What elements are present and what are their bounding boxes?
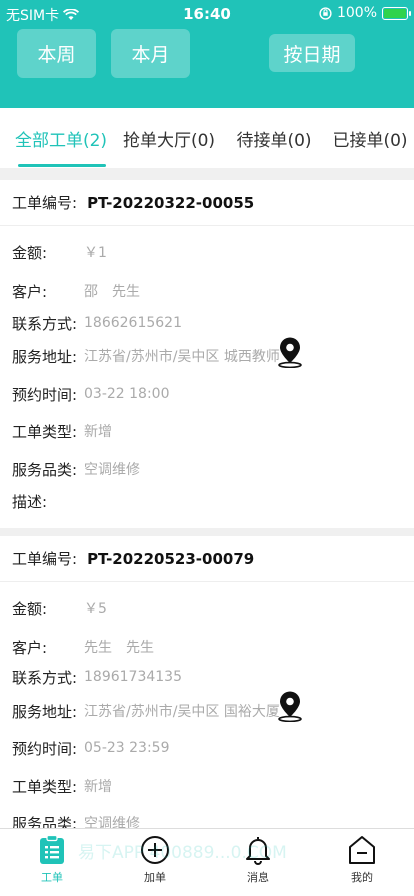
appointment-row: 预约时间: 05-23 23:59: [12, 736, 169, 760]
nav-messages-label: 消息: [247, 871, 269, 884]
amount-row: 金额: ￥1: [12, 240, 107, 264]
amount-label: 金额:: [12, 599, 48, 618]
battery-icon: [382, 6, 411, 20]
category-row: 服务品类: 空调维修: [12, 457, 140, 481]
contact-label: 联系方式:: [12, 314, 78, 333]
clipboard-icon: [40, 835, 64, 864]
battery-percent: 100%: [336, 5, 377, 21]
amount-value: ￥5: [84, 601, 107, 617]
orientation-lock-icon: [319, 6, 332, 20]
contact-value[interactable]: 18662615621: [84, 315, 182, 331]
order-header: 工单编号: PT-20220322-00055: [0, 180, 414, 226]
customer-row: 客户: 先生 先生: [12, 635, 154, 659]
header: 无SIM卡 16:40 100% 本周 本月 按日期: [0, 0, 414, 108]
address-row: 服务地址: 江苏省/苏州市/吴中区 城西教师: [12, 344, 280, 368]
category-row: 服务品类: 空调维修: [12, 811, 140, 829]
order-card[interactable]: 工单编号: PT-20220523-00079 金额: ￥5 客户: 先生 先生…: [0, 536, 414, 828]
plus-circle-icon: [141, 836, 169, 864]
contact-row: 联系方式: 18662615621: [12, 311, 182, 335]
order-card[interactable]: 工单编号: PT-20220322-00055 金额: ￥1 客户: 邵 先生 …: [0, 180, 414, 528]
location-pin-icon[interactable]: [277, 690, 303, 722]
appointment-row: 预约时间: 03-22 18:00: [12, 382, 169, 406]
status-bar: 无SIM卡 16:40 100%: [0, 0, 414, 28]
order-header: 工单编号: PT-20220523-00079: [0, 536, 414, 582]
category-value: 空调维修: [84, 462, 140, 478]
appointment-label: 预约时间:: [12, 385, 78, 404]
address-label: 服务地址:: [12, 347, 78, 366]
order-no: PT-20220523-00079: [87, 549, 255, 568]
address-label: 服务地址:: [12, 702, 78, 721]
house-icon: [349, 836, 375, 864]
amount-label: 金额:: [12, 243, 48, 262]
customer-value: 邵 先生: [84, 284, 140, 300]
contact-value[interactable]: 18961734135: [84, 669, 182, 685]
category-label: 服务品类:: [12, 814, 78, 829]
order-type-row: 工单类型: 新增: [12, 419, 112, 443]
address-value: 江苏省/苏州市/吴中区 国裕大厦: [84, 704, 280, 720]
nav-mine[interactable]: 我的: [332, 835, 392, 893]
nav-orders-label: 工单: [41, 871, 63, 884]
tab-pending[interactable]: 待接单(0): [226, 108, 322, 168]
nav-orders[interactable]: 工单: [22, 835, 82, 893]
tab-all-orders[interactable]: 全部工单(2): [6, 108, 116, 168]
customer-label: 客户:: [12, 282, 48, 301]
tab-accepted[interactable]: 已接单(0): [326, 108, 414, 168]
tab-grab-hall[interactable]: 抢单大厅(0): [116, 108, 222, 168]
bell-icon: [246, 837, 270, 865]
customer-row: 客户: 邵 先生: [12, 279, 140, 303]
order-type-label: 工单类型:: [12, 422, 78, 441]
order-tabs: 全部工单(2) 抢单大厅(0) 待接单(0) 已接单(0): [0, 108, 414, 168]
appointment-label: 预约时间:: [12, 739, 78, 758]
location-pin-icon[interactable]: [277, 336, 303, 368]
filter-week-button[interactable]: 本周: [17, 29, 96, 78]
order-no-label: 工单编号:: [12, 194, 78, 212]
nav-mine-label: 我的: [351, 871, 373, 884]
category-value: 空调维修: [84, 816, 140, 828]
order-type-value: 新增: [84, 779, 112, 795]
order-type-value: 新增: [84, 424, 112, 440]
order-type-label: 工单类型:: [12, 777, 78, 796]
nav-add-order-label: 加单: [144, 871, 166, 884]
contact-label: 联系方式:: [12, 668, 78, 687]
amount-row: 金额: ￥5: [12, 596, 107, 620]
description-row: 描述:: [12, 489, 84, 513]
amount-value: ￥1: [84, 245, 107, 261]
filter-month-button[interactable]: 本月: [111, 29, 190, 78]
order-no: PT-20220322-00055: [87, 193, 255, 212]
nav-add-order[interactable]: 加单: [125, 835, 185, 893]
appointment-value: 03-22 18:00: [84, 386, 170, 402]
status-right: 100%: [319, 5, 411, 21]
customer-value: 先生 先生: [84, 640, 154, 656]
filter-by-date-button[interactable]: 按日期: [269, 34, 355, 72]
appointment-value: 05-23 23:59: [84, 740, 170, 756]
address-row: 服务地址: 江苏省/苏州市/吴中区 国裕大厦: [12, 699, 280, 723]
active-tab-indicator: [18, 164, 106, 167]
order-no-label: 工单编号:: [12, 550, 78, 568]
description-label: 描述:: [12, 492, 48, 511]
bottom-nav: 工单 加单 消息 我的: [0, 828, 414, 896]
address-value: 江苏省/苏州市/吴中区 城西教师: [84, 349, 280, 365]
category-label: 服务品类:: [12, 460, 78, 479]
contact-row: 联系方式: 18961734135: [12, 665, 182, 689]
customer-label: 客户:: [12, 638, 48, 657]
nav-messages[interactable]: 消息: [228, 835, 288, 893]
order-type-row: 工单类型: 新增: [12, 774, 112, 798]
